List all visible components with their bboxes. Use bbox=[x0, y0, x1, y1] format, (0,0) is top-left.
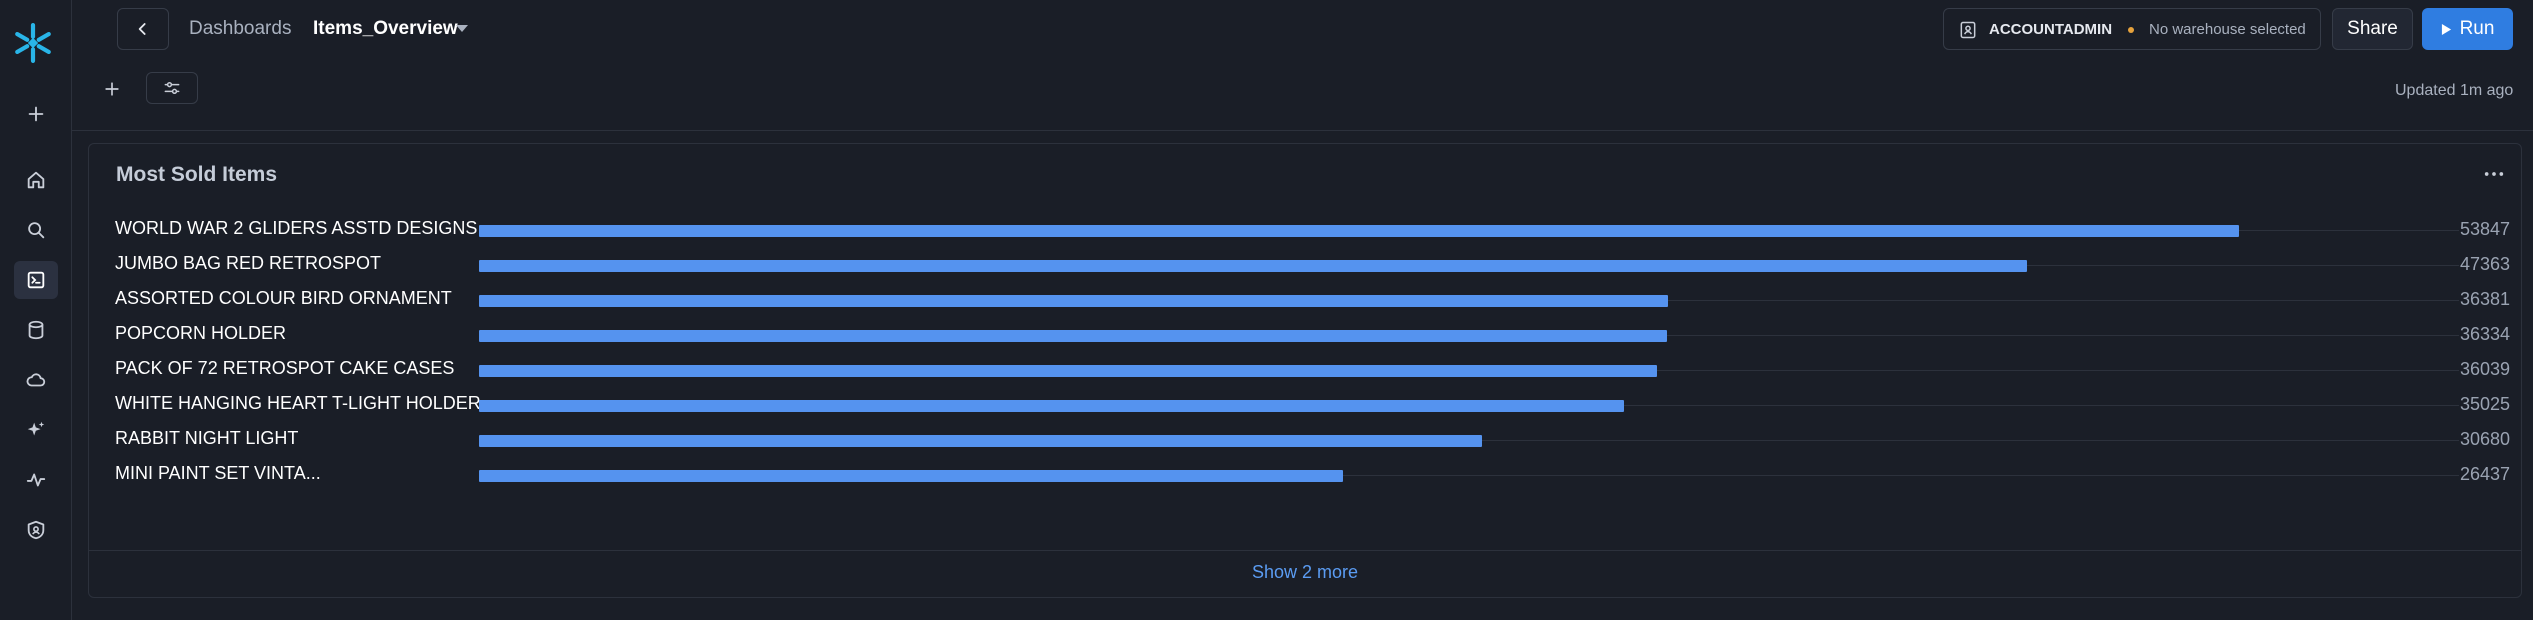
bar-row: MINI PAINT SET VINTA... 26437 bbox=[89, 457, 2523, 492]
context-selector[interactable]: ACCOUNTADMIN No warehouse selected bbox=[1943, 8, 2321, 50]
bar-label: RABBIT NIGHT LIGHT bbox=[115, 428, 299, 448]
bar-value-label: 35025 bbox=[2459, 394, 2510, 414]
role-label: ACCOUNTADMIN bbox=[1989, 21, 2113, 38]
bar[interactable] bbox=[479, 470, 1343, 482]
bar[interactable] bbox=[479, 260, 2027, 272]
bar[interactable] bbox=[479, 365, 1657, 377]
back-button[interactable] bbox=[117, 8, 169, 50]
bar-label: ASSORTED COLOUR BIRD ORNAMENT bbox=[115, 288, 452, 308]
plus-icon bbox=[105, 82, 119, 96]
bar-row: RABBIT NIGHT LIGHT 30680 bbox=[89, 422, 2523, 457]
toolbar-divider bbox=[72, 130, 2533, 131]
breadcrumb-dashboards-link[interactable]: Dashboards bbox=[189, 18, 291, 40]
bar[interactable] bbox=[479, 435, 1482, 447]
filters-button[interactable] bbox=[146, 72, 198, 104]
left-sidebar bbox=[0, 0, 72, 620]
bar[interactable] bbox=[479, 295, 1668, 307]
add-icon[interactable] bbox=[14, 95, 58, 133]
bar-row: WHITE HANGING HEART T-LIGHT HOLDER 35025 bbox=[89, 387, 2523, 422]
bar-value-label: 47363 bbox=[2459, 254, 2510, 274]
bar-row: ASSORTED COLOUR BIRD ORNAMENT 36381 bbox=[89, 282, 2523, 317]
bar-row: POPCORN HOLDER 36334 bbox=[89, 317, 2523, 352]
ai-sparkle-icon[interactable] bbox=[14, 411, 58, 449]
bar-label: MINI PAINT SET VINTA... bbox=[115, 463, 321, 483]
bar-value-label: 53847 bbox=[2459, 219, 2510, 239]
most-sold-items-tile: Most Sold Items WORLD WAR 2 GLIDERS ASST… bbox=[88, 143, 2522, 598]
more-options-icon[interactable] bbox=[2479, 164, 2509, 184]
bar-label: WORLD WAR 2 GLIDERS ASSTD DESIGNS bbox=[115, 218, 478, 238]
bar-label: WHITE HANGING HEART T-LIGHT HOLDER bbox=[115, 393, 481, 413]
bar-value-label: 36039 bbox=[2459, 359, 2510, 379]
bar-row: PACK OF 72 RETROSPOT CAKE CASES 36039 bbox=[89, 352, 2523, 387]
bar-value-label: 36334 bbox=[2459, 324, 2510, 344]
bar-label: JUMBO BAG RED RETROSPOT bbox=[115, 253, 382, 273]
cloud-icon[interactable] bbox=[14, 361, 58, 399]
bar[interactable] bbox=[479, 330, 1667, 342]
activity-icon[interactable] bbox=[14, 461, 58, 499]
bar[interactable] bbox=[479, 400, 1624, 412]
home-icon[interactable] bbox=[14, 161, 58, 199]
bar-value-label: 26437 bbox=[2459, 464, 2510, 484]
updated-timestamp: Updated 1m ago bbox=[2395, 82, 2514, 99]
user-badge-icon bbox=[1960, 21, 1976, 39]
search-icon[interactable] bbox=[14, 211, 58, 249]
bar-value-label: 30680 bbox=[2459, 429, 2510, 449]
bar-label: PACK OF 72 RETROSPOT CAKE CASES bbox=[115, 358, 455, 378]
add-tile-button[interactable] bbox=[97, 74, 127, 104]
bar-value-label: 36381 bbox=[2459, 289, 2510, 309]
warehouse-status-dot bbox=[2128, 27, 2134, 33]
warehouse-label: No warehouse selected bbox=[2149, 21, 2306, 38]
bar[interactable] bbox=[479, 225, 2239, 237]
share-button[interactable]: Share bbox=[2332, 8, 2413, 50]
bar-label: POPCORN HOLDER bbox=[115, 323, 287, 343]
run-button-label: Run bbox=[2459, 18, 2495, 39]
show-more-link[interactable]: Show 2 more bbox=[89, 562, 2521, 583]
play-icon bbox=[2441, 23, 2451, 35]
chevron-left-icon bbox=[138, 23, 146, 35]
bar-row: WORLD WAR 2 GLIDERS ASSTD DESIGNS 53847 bbox=[89, 212, 2523, 247]
database-icon[interactable] bbox=[14, 311, 58, 349]
bar-row: JUMBO BAG RED RETROSPOT 47363 bbox=[89, 247, 2523, 282]
chevron-down-icon[interactable] bbox=[456, 25, 468, 32]
tile-title: Most Sold Items bbox=[116, 163, 278, 186]
sliders-icon bbox=[164, 81, 180, 94]
dashboard-title[interactable]: Items_Overview bbox=[313, 18, 458, 40]
snowflake-logo-icon[interactable] bbox=[12, 22, 54, 64]
worksheet-icon[interactable] bbox=[14, 261, 58, 299]
tile-footer-divider bbox=[89, 550, 2521, 551]
run-button[interactable]: Run bbox=[2422, 8, 2513, 50]
admin-shield-icon[interactable] bbox=[14, 511, 58, 549]
